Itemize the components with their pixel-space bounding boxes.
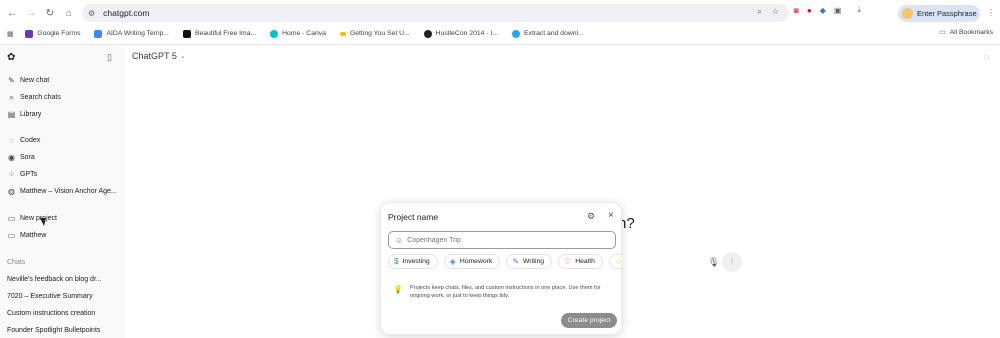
heart-icon: ♡ xyxy=(564,257,572,266)
unsplash-favicon-icon xyxy=(182,29,191,38)
sidebar-item-project-matthew[interactable]: ▭ Matthew xyxy=(7,231,47,240)
site-settings-icon[interactable]: ⚙ xyxy=(88,9,95,18)
investing-icon: $ xyxy=(394,257,399,266)
home-icon[interactable]: ⌂ xyxy=(62,6,76,20)
hustlecon-favicon-icon xyxy=(423,29,432,38)
compose-icon: ✎ xyxy=(8,76,15,85)
chat-list-item[interactable]: 7020 – Executive Summary xyxy=(7,293,93,300)
bookmark-item[interactable]: Home - Canva xyxy=(270,29,326,38)
chat-list-item[interactable]: Neville's feedback on blog dr... xyxy=(7,276,102,283)
category-chips: $Investing ◈Homework ✎Writing ♡Health ☆T… xyxy=(388,254,623,269)
sidebar-item-custom-gpt[interactable]: ◍ Matthew – Vision Anchor Age... xyxy=(7,187,117,196)
sora-icon: ◉ xyxy=(8,153,15,162)
bookmark-item[interactable]: Beautiful Free Ima... xyxy=(182,29,256,38)
chat-list-item[interactable]: Custom instructions creation xyxy=(7,310,95,317)
voice-mode-button[interactable]: ⦙ xyxy=(722,252,742,272)
info-note: 💡 Projects keep chats, files, and custom… xyxy=(393,285,613,300)
bookmark-item[interactable]: Extract and downl... xyxy=(512,29,584,38)
create-project-dialog: Project name ⚙ × ☺ $Investing ◈Homework … xyxy=(380,202,623,335)
project-name-input[interactable] xyxy=(407,236,608,244)
sidebar-toggle-icon[interactable]: ▯ xyxy=(107,52,112,63)
sidebar-item-library[interactable]: ▤ Library xyxy=(7,110,42,119)
microphone-icon[interactable]: 🎙 xyxy=(708,257,719,268)
chip-writing[interactable]: ✎ Writing xyxy=(506,254,553,269)
sidebar-item-new-chat[interactable]: ✎ New chat xyxy=(7,76,49,85)
sidebar-item-gpts[interactable]: ⁘ GPTs xyxy=(7,170,37,179)
dialog-title: Project name xyxy=(388,212,439,222)
chip-health[interactable]: ♡ Health xyxy=(558,254,603,269)
drive-favicon-icon xyxy=(339,31,346,36)
passphrase-label: Enter Passphrase xyxy=(917,9,977,18)
forms-favicon-icon xyxy=(25,29,34,38)
pen-icon: ✎ xyxy=(512,257,520,266)
model-selector[interactable]: ChatGPT 5 ⌄ xyxy=(132,51,186,61)
graduation-cap-icon: ◈ xyxy=(449,257,456,266)
library-icon: ▤ xyxy=(7,110,16,119)
sidebar-item-new-project[interactable]: ▭ New project xyxy=(7,214,57,223)
canva-favicon-icon xyxy=(270,29,279,38)
star-icon: ☆ xyxy=(614,257,623,266)
chevron-down-icon: ⌄ xyxy=(179,53,186,60)
chip-investing[interactable]: $ Investing xyxy=(388,254,438,269)
chrome-divider xyxy=(0,44,1000,45)
sidebar-item-search-chats[interactable]: ⌕ Search chats xyxy=(7,93,61,102)
openai-logo-icon[interactable]: ✿ xyxy=(7,52,15,63)
docs-favicon-icon xyxy=(94,29,103,38)
sidebar-item-codex[interactable]: ◌ Codex xyxy=(7,136,40,145)
more-menu-icon[interactable]: ⋮ xyxy=(987,8,995,17)
pocket-extension-icon[interactable]: ◙ xyxy=(794,6,799,15)
waveform-icon: ⦙ xyxy=(731,257,733,266)
model-name: ChatGPT 5 xyxy=(132,51,177,61)
bookmark-item[interactable]: HustleCon 2014 - I... xyxy=(423,29,498,38)
lightbulb-icon: 💡 xyxy=(393,285,403,294)
apps-grid-icon[interactable]: ▦ xyxy=(7,30,13,38)
sidebar-item-sora[interactable]: ◉ Sora xyxy=(7,153,35,162)
chats-heading: Chats xyxy=(7,259,26,266)
gpts-grid-icon: ⁘ xyxy=(8,170,15,179)
zoom-icon[interactable]: ⌕ xyxy=(757,7,761,17)
all-bookmarks-button[interactable]: ▭ All Bookmarks xyxy=(939,28,993,37)
pinterest-extension-icon[interactable]: ● xyxy=(807,6,812,15)
bookmark-star-icon[interactable]: ☆ xyxy=(772,7,779,17)
bookmarks-bar: ▦ Google Forms AIDA Writing Temp... Beau… xyxy=(0,26,1000,41)
bookmark-item[interactable]: Google Forms xyxy=(25,29,80,38)
project-name-field[interactable]: ☺ xyxy=(388,231,616,249)
folder-icon: ▭ xyxy=(939,29,946,36)
chip-travel[interactable]: ☆Tr xyxy=(608,254,623,269)
mouse-cursor-icon xyxy=(40,218,46,226)
passphrase-button[interactable]: Enter Passphrase xyxy=(898,5,980,22)
search-icon: ⌕ xyxy=(9,92,14,102)
emoji-picker-icon[interactable]: ☺ xyxy=(395,236,403,245)
settings-gear-icon[interactable]: ⚙ xyxy=(587,211,595,222)
chip-homework[interactable]: ◈ Homework xyxy=(443,254,501,269)
info-text: Projects keep chats, files, and custom i… xyxy=(409,285,601,299)
chat-list-item[interactable]: Founder Spotlight Bulletpoints xyxy=(7,327,100,334)
bookmark-item[interactable]: Getting You Set U... xyxy=(339,30,410,37)
create-project-button[interactable]: Create project xyxy=(561,313,617,328)
folder-plus-icon: ▭ xyxy=(7,214,16,223)
url-text[interactable]: chatgpt.com xyxy=(103,8,149,18)
back-arrow-icon[interactable]: ← xyxy=(5,6,19,20)
gpt-avatar-icon: ◍ xyxy=(8,187,15,196)
profile-avatar-icon xyxy=(902,8,913,19)
temporary-chat-icon[interactable]: ◌ xyxy=(984,52,989,62)
address-bar[interactable]: ⚙ chatgpt.com ⌕ ☆ xyxy=(82,4,789,22)
download-icon[interactable]: ⤓ xyxy=(857,5,861,15)
close-icon[interactable]: × xyxy=(608,210,614,221)
play-favicon-icon xyxy=(512,29,521,38)
forward-arrow-icon[interactable]: → xyxy=(24,6,38,20)
sidebar: ✿ ▯ ✎ New chat ⌕ Search chats ▤ Library ◌ Co… xyxy=(0,45,125,338)
extensions-puzzle-icon[interactable]: ▣ xyxy=(834,6,842,15)
reload-icon[interactable]: ↻ xyxy=(43,6,57,20)
codex-icon: ◌ xyxy=(9,136,14,145)
folder-icon: ▭ xyxy=(7,231,16,240)
bookmark-item[interactable]: AIDA Writing Temp... xyxy=(94,29,169,38)
tag-extension-icon[interactable]: ◆ xyxy=(820,6,826,15)
